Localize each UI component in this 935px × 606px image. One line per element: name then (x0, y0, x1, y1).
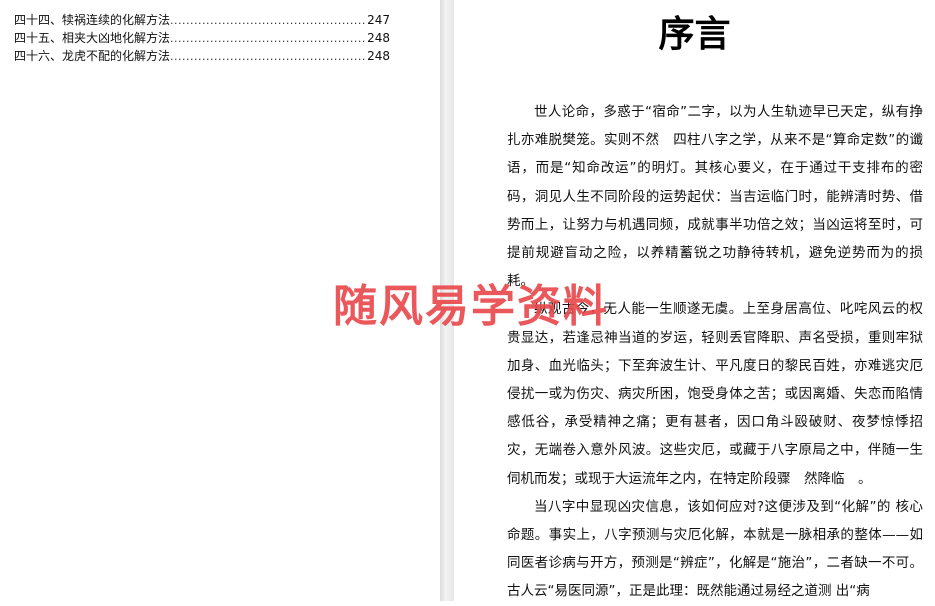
toc-leader-dots: ........................................… (170, 32, 367, 45)
preface-body: 世人论命，多惑于“宿命”二字，以为人生轨迹早已天定，纵有挣扎亦难脱樊笼。实则不然… (507, 98, 923, 606)
preface-paragraph: 世人论命，多惑于“宿命”二字，以为人生轨迹早已天定，纵有挣扎亦难脱樊笼。实则不然… (507, 104, 923, 290)
toc-entry-title: 四十四、犊祸连续的化解方法 (14, 13, 171, 27)
toc-entry-page: 247 (367, 13, 390, 27)
toc-entry-page: 248 (367, 49, 390, 63)
toc-entry-title: 四十五、相夹大凶地化解方法 (14, 31, 171, 45)
preface-title: 序言 (658, 14, 731, 55)
toc-entry-page: 248 (367, 31, 390, 45)
toc-entry-title: 四十六、龙虎不配的化解方法 (14, 49, 171, 63)
toc-leader-dots: ........................................… (170, 14, 367, 27)
watermark-text: 随风易学资料 (333, 281, 609, 332)
toc-entry[interactable]: 四十六、龙虎不配的化解方法 ..........................… (14, 48, 390, 65)
toc-leader-dots: ........................................… (170, 50, 367, 63)
toc-entry[interactable]: 四十四、犊祸连续的化解方法 ..........................… (14, 12, 390, 29)
toc-entry[interactable]: 四十五、相夹大凶地化解方法 ..........................… (14, 30, 390, 47)
preface-paragraph: 当八字中显现凶灾信息，该如何应对?这便涉及到“化解”的 核心命题。事实上，八字预… (507, 498, 923, 600)
